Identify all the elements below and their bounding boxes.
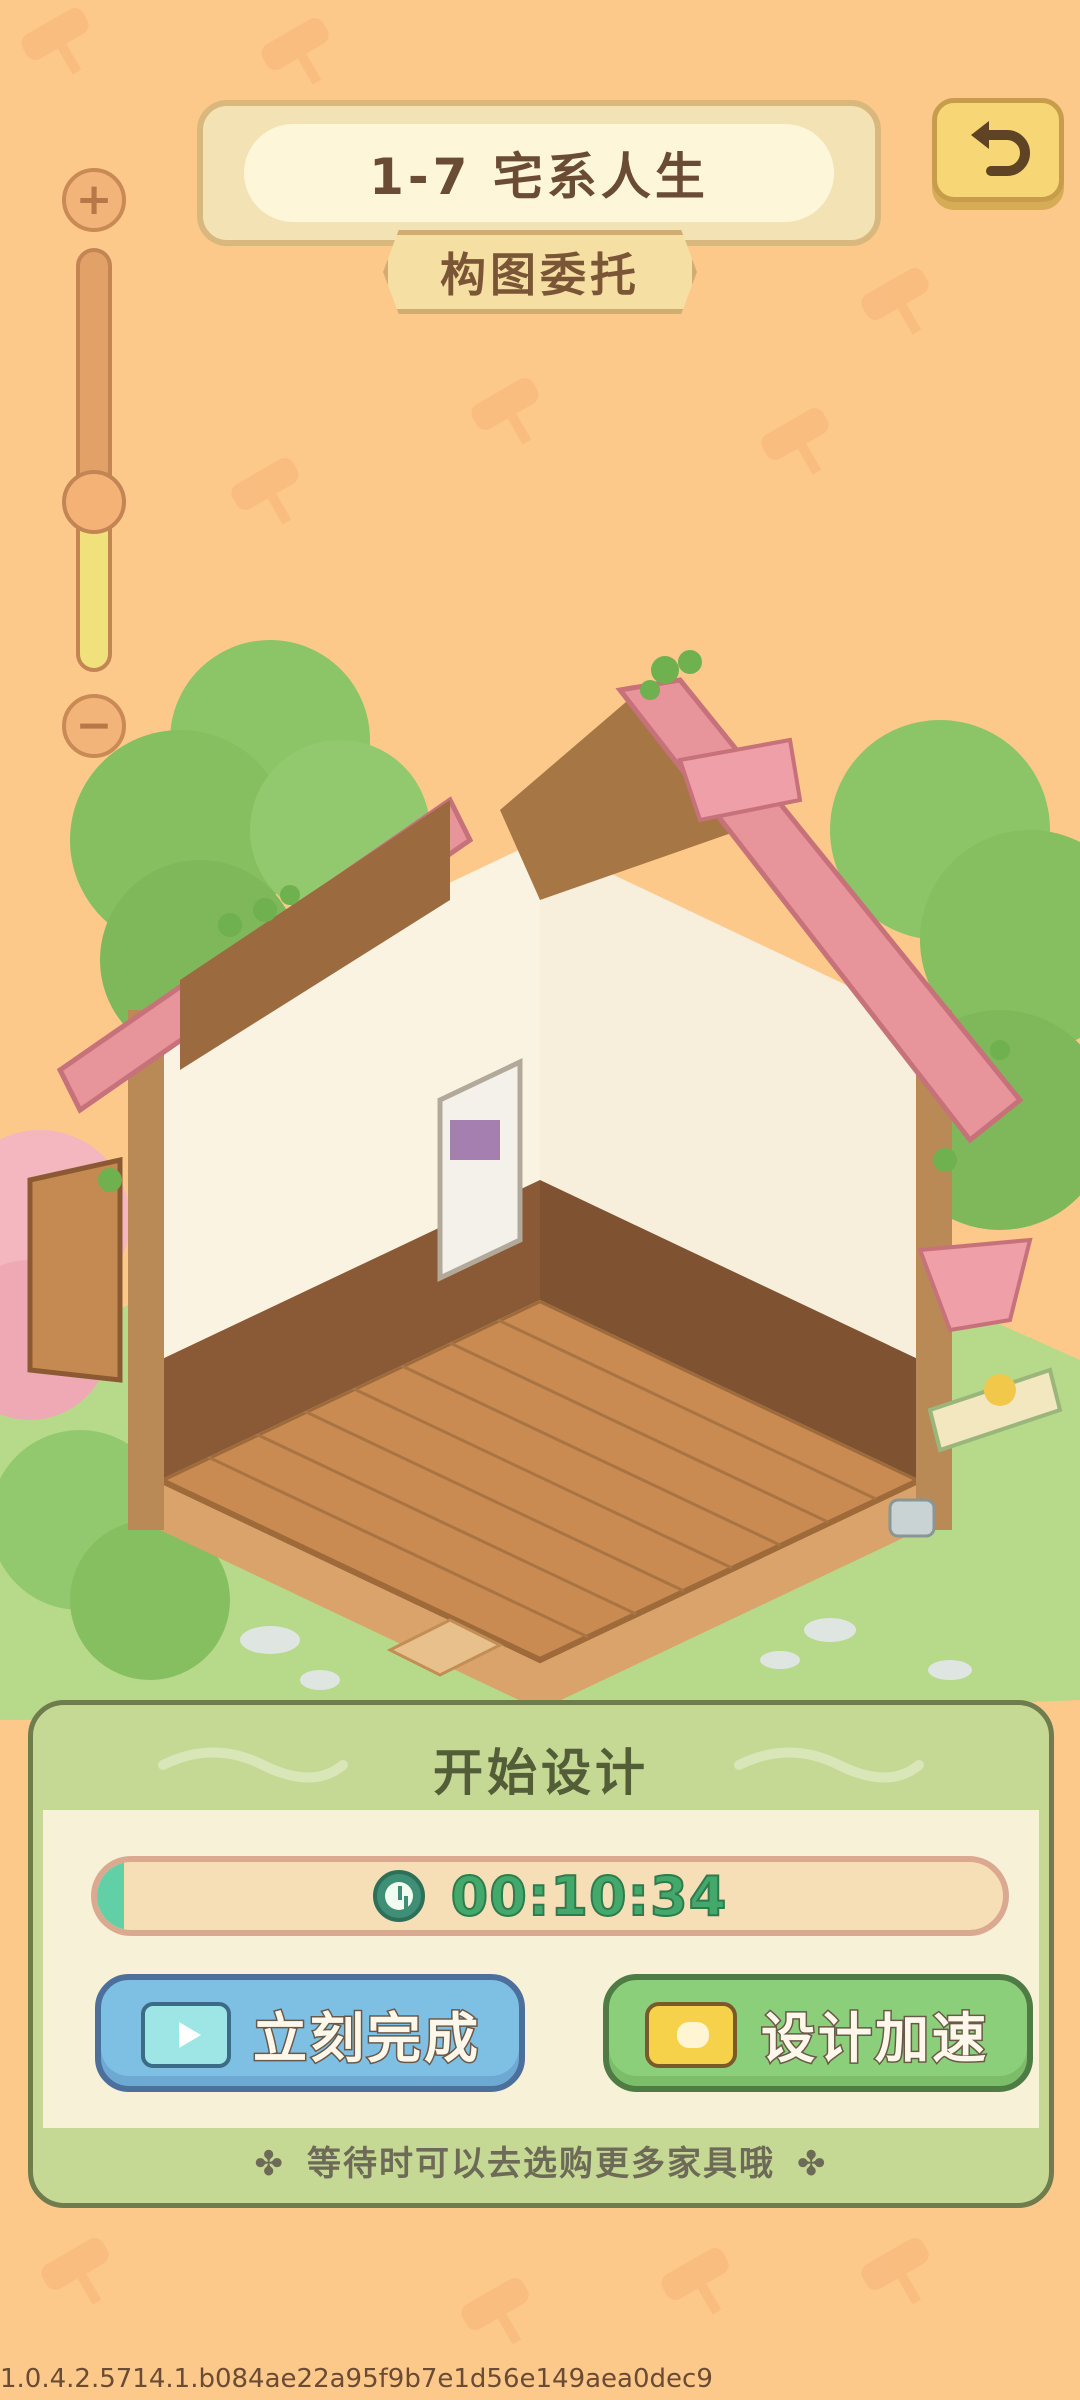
finish-now-label: 立刻完成	[252, 2005, 481, 2071]
design-progress-bar: 00:10:34	[91, 1856, 1009, 1936]
house-scene[interactable]	[0, 600, 1080, 1720]
level-title-plaque: 1-7 宅系人生	[197, 100, 881, 246]
speedup-ticket-icon	[645, 2002, 737, 2068]
countdown-timer: 00:10:34	[450, 1864, 728, 1929]
clover-icon: ✤	[254, 2144, 285, 2184]
watering-can	[888, 1498, 936, 1538]
door-posters	[450, 1120, 500, 1160]
hint-text: 等待时可以去选购更多家具哦	[307, 2144, 775, 2184]
clover-icon: ✤	[797, 2144, 828, 2184]
speed-up-button[interactable]: 设计加速	[603, 1974, 1033, 2092]
video-ad-icon	[141, 2002, 231, 2068]
back-button[interactable]	[932, 98, 1064, 202]
window-shutter	[27, 1156, 123, 1383]
hint-text-row: ✤ 等待时可以去选购更多家具哦 ✤	[33, 2136, 1049, 2185]
zoom-slider-handle[interactable]	[62, 470, 126, 534]
zoom-in-button[interactable]: +	[62, 168, 126, 232]
finish-now-button[interactable]: 立刻完成	[95, 1974, 525, 2092]
clock-icon	[372, 1870, 425, 1922]
design-panel: 开始设计 00:10:34 立刻完成 设计加速 ✤ 等待时可以去选购更多家具哦 ✤	[28, 1700, 1054, 2208]
left-post	[128, 1010, 164, 1530]
undo-arrow-icon	[971, 121, 1030, 176]
panel-title: 开始设计	[433, 1744, 649, 1802]
panel-body: 00:10:34 立刻完成 设计加速	[43, 1810, 1039, 2128]
level-title: 1-7 宅系人生	[244, 124, 834, 222]
interior-door	[437, 1058, 523, 1282]
commission-type-label: 构图委托	[383, 230, 697, 314]
sunflower	[984, 1374, 1016, 1406]
version-string: 1.0.4.2.5714.1.b084ae22a95f9b7e1d56e149a…	[0, 2364, 713, 2394]
speed-up-label: 设计加速	[760, 2005, 989, 2071]
plus-icon: +	[75, 174, 113, 225]
